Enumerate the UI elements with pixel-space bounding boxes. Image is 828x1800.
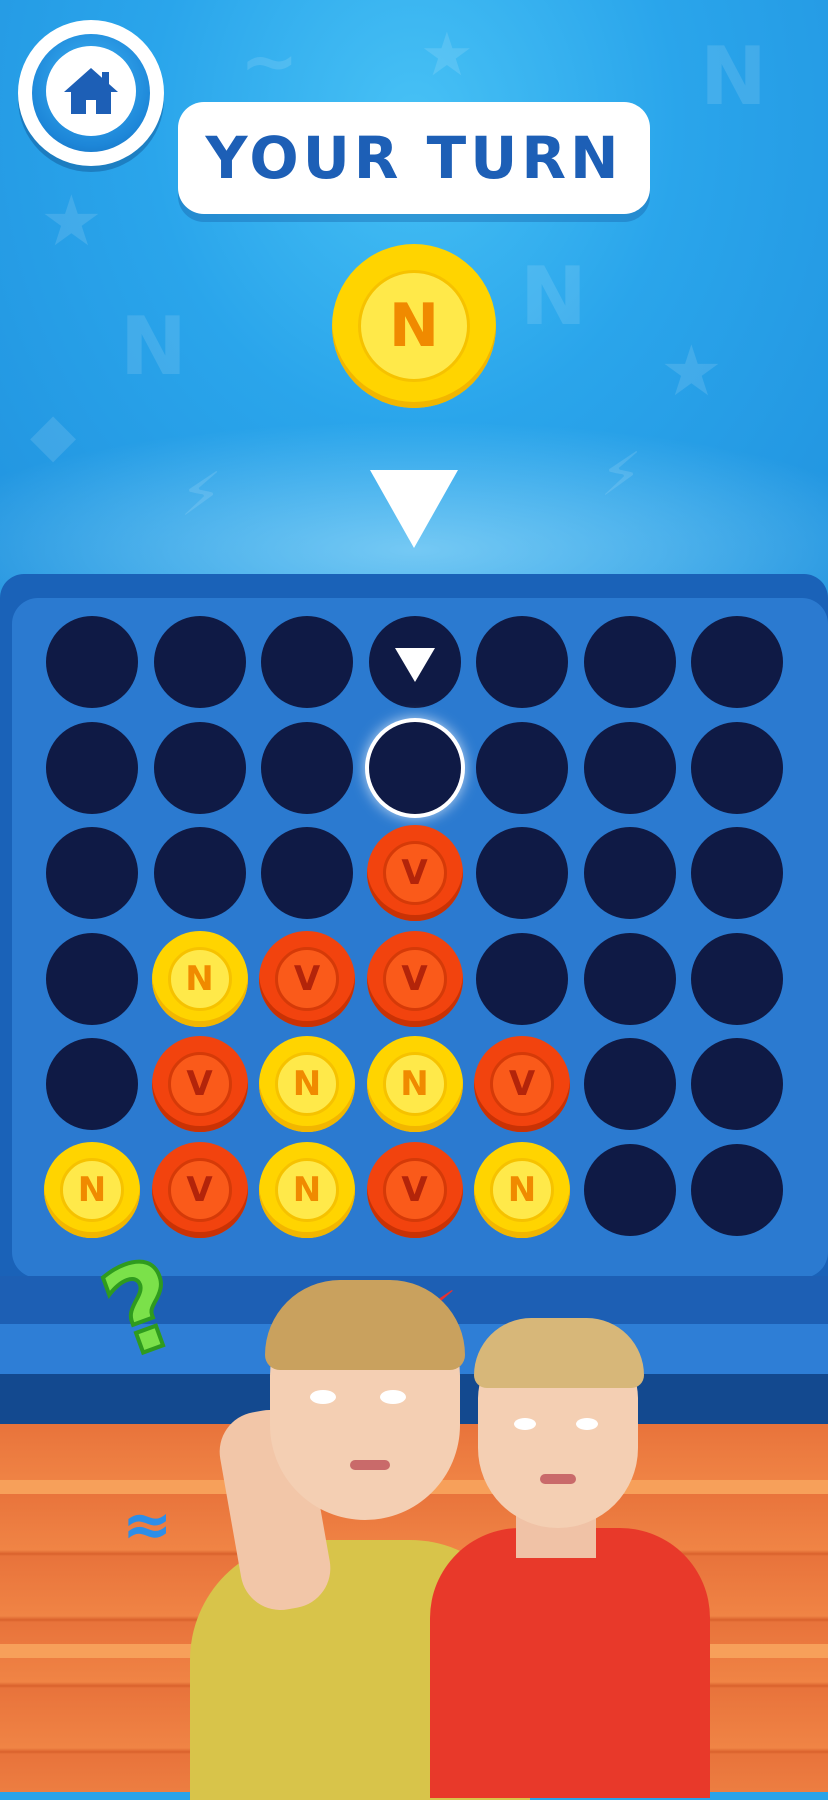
board-slot[interactable] bbox=[153, 827, 246, 919]
current-coin: N bbox=[332, 244, 496, 408]
doodle-pattern: ★ bbox=[660, 330, 723, 412]
doodle-pattern: ⚡ bbox=[600, 440, 643, 510]
coin-letter: V bbox=[293, 958, 321, 999]
yellow-coin: N bbox=[259, 1036, 355, 1132]
yellow-coin: N bbox=[151, 930, 248, 1027]
board-slot[interactable] bbox=[153, 616, 246, 708]
red-coin: V bbox=[151, 1141, 248, 1238]
yellow-coin: N bbox=[366, 1036, 463, 1132]
board-slot[interactable] bbox=[691, 1143, 783, 1236]
board-slot[interactable] bbox=[46, 616, 138, 708]
squiggle-icon: ≈ bbox=[122, 1490, 173, 1560]
coin-letter: V bbox=[186, 1064, 213, 1104]
doodle-pattern: ★ bbox=[420, 20, 474, 90]
board-slot[interactable] bbox=[46, 827, 138, 919]
board-slot[interactable] bbox=[691, 721, 783, 814]
turn-text: YOUR TURN bbox=[205, 124, 623, 192]
board-slot[interactable] bbox=[476, 827, 568, 919]
doodle-pattern: N bbox=[700, 30, 767, 123]
current-coin-letter: N bbox=[388, 291, 440, 361]
doodle-pattern: ⚡ bbox=[180, 460, 223, 530]
board-slot[interactable] bbox=[583, 1143, 676, 1236]
kid-red-shirt bbox=[430, 1318, 710, 1798]
board-slot[interactable] bbox=[46, 932, 138, 1025]
turn-banner: YOUR TURN bbox=[178, 102, 650, 214]
coin-letter: V bbox=[186, 1169, 213, 1210]
coin-letter: N bbox=[400, 1064, 429, 1104]
yellow-coin: N bbox=[44, 1141, 140, 1238]
board-slot[interactable] bbox=[261, 827, 353, 919]
coin-letter: V bbox=[401, 958, 428, 999]
doodle-pattern: ★ bbox=[40, 180, 103, 262]
board-slot[interactable] bbox=[476, 721, 568, 814]
board-slot[interactable] bbox=[261, 721, 353, 814]
yellow-coin: N bbox=[474, 1141, 570, 1238]
board-slot[interactable] bbox=[476, 616, 568, 708]
doodle-pattern: ◆ bbox=[30, 400, 77, 470]
doodle-pattern: ~ bbox=[240, 20, 299, 102]
coin-letter: N bbox=[292, 1064, 322, 1104]
home-icon bbox=[64, 68, 118, 114]
home-button[interactable] bbox=[18, 20, 164, 166]
red-coin: V bbox=[259, 930, 355, 1027]
coin-letter: N bbox=[292, 1169, 322, 1210]
board-slot[interactable] bbox=[368, 616, 461, 708]
board-slot[interactable] bbox=[583, 932, 676, 1025]
doodle-pattern: N bbox=[520, 250, 587, 343]
board-slot[interactable] bbox=[476, 932, 568, 1025]
board-slot[interactable] bbox=[261, 616, 353, 708]
red-coin: V bbox=[366, 825, 463, 921]
red-coin: V bbox=[474, 1036, 570, 1132]
red-coin: V bbox=[366, 1141, 463, 1238]
board-slot[interactable] bbox=[583, 1038, 676, 1130]
column-arrow-icon bbox=[394, 648, 435, 682]
yellow-coin: N bbox=[259, 1141, 355, 1238]
board-slot[interactable] bbox=[691, 1038, 783, 1130]
red-coin: V bbox=[151, 1036, 248, 1132]
doodle-pattern: N bbox=[120, 300, 187, 393]
coin-letter: V bbox=[401, 1169, 428, 1210]
coin-letter: N bbox=[77, 1169, 107, 1210]
coin-letter: N bbox=[185, 958, 214, 999]
board-slot[interactable] bbox=[153, 721, 246, 814]
drop-arrow-icon bbox=[370, 470, 458, 548]
red-coin: V bbox=[366, 930, 463, 1027]
board-slot[interactable] bbox=[691, 932, 783, 1025]
coin-letter: N bbox=[507, 1169, 537, 1210]
coin-letter: V bbox=[401, 853, 428, 893]
board-slot[interactable] bbox=[583, 827, 676, 919]
board-slot[interactable] bbox=[691, 616, 783, 708]
board-slot[interactable] bbox=[583, 721, 676, 814]
board-slot[interactable] bbox=[691, 827, 783, 919]
board-slot[interactable] bbox=[46, 721, 138, 814]
coin-letter: V bbox=[508, 1064, 536, 1104]
board-slot[interactable] bbox=[583, 616, 676, 708]
board-slot-target[interactable] bbox=[368, 721, 461, 814]
board-slot[interactable] bbox=[46, 1038, 138, 1130]
